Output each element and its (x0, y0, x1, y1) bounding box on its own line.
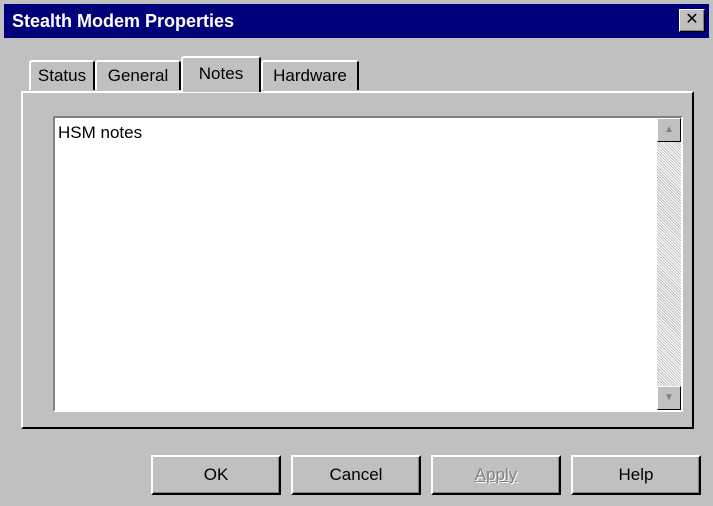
window-title: Stealth Modem Properties (12, 11, 235, 31)
tab-general[interactable]: General (95, 60, 181, 90)
ok-button[interactable]: OK (151, 455, 281, 495)
help-button[interactable]: Help (571, 455, 701, 495)
tab-general-label: General (107, 66, 169, 85)
tab-status[interactable]: Status (29, 60, 95, 90)
vertical-scrollbar[interactable]: ▲ ▼ (657, 118, 681, 410)
scroll-up-button[interactable]: ▲ (657, 118, 681, 142)
close-button[interactable]: ✕ (679, 9, 705, 32)
help-button-label: Help (618, 465, 654, 484)
tab-hardware[interactable]: Hardware (261, 60, 359, 90)
cancel-button[interactable]: Cancel (291, 455, 421, 495)
tab-status-label: Status (37, 66, 87, 85)
properties-dialog: Stealth Modem Properties ✕ Status Genera… (0, 0, 713, 506)
notes-tab-panel: HSM notes ▲ ▼ (21, 91, 694, 429)
arrow-up-icon: ▲ (664, 124, 674, 135)
notes-text: HSM notes (58, 123, 143, 142)
cancel-button-label: Cancel (329, 465, 383, 484)
title-bar[interactable]: Stealth Modem Properties ✕ (4, 4, 709, 38)
apply-button-label: Apply (474, 465, 518, 484)
apply-button[interactable]: Apply (431, 455, 561, 495)
arrow-down-icon: ▼ (664, 392, 674, 403)
tab-hardware-label: Hardware (273, 66, 347, 85)
tab-notes-label: Notes (198, 64, 244, 83)
tab-notes[interactable]: Notes (181, 56, 261, 92)
close-icon: ✕ (685, 11, 699, 28)
scroll-down-button[interactable]: ▼ (657, 386, 681, 410)
ok-button-label: OK (203, 465, 229, 484)
notes-textarea[interactable]: HSM notes ▲ ▼ (53, 116, 683, 412)
